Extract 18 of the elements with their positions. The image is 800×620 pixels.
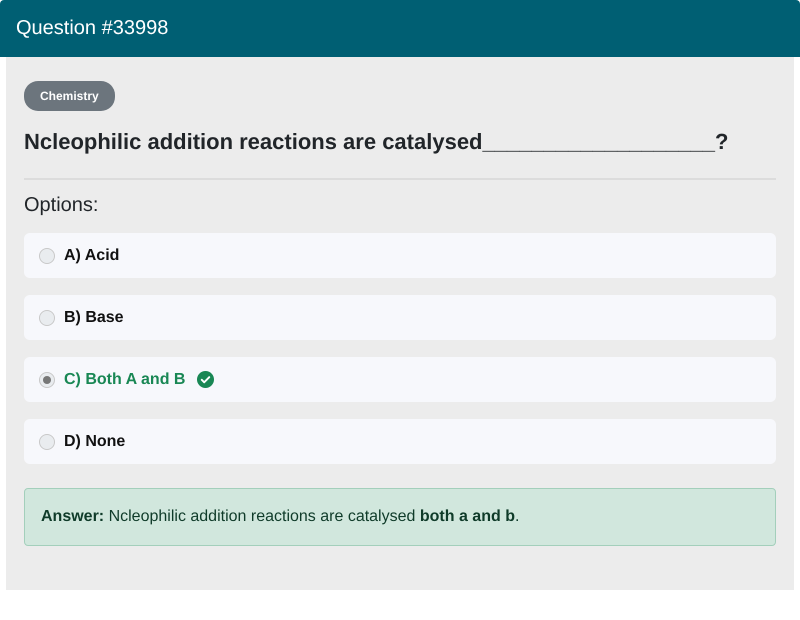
question-text: Ncleophilic addition reactions are catalysed___________________?	[24, 129, 730, 155]
category-tag: Chemistry	[24, 81, 115, 111]
option-label: A) Acid	[64, 246, 120, 264]
option-label: D) None	[64, 432, 126, 450]
option-label: C) Both A and B	[64, 370, 186, 388]
answer-text: Answer: Ncleophilic addition reactions are catalysed both a and b.	[41, 508, 520, 526]
radio-button[interactable]	[39, 310, 55, 326]
option-row[interactable]: A) Acid	[24, 233, 776, 278]
radio-button[interactable]	[39, 248, 55, 264]
option-row[interactable]: D) None	[24, 419, 776, 464]
option-row[interactable]: C) Both A and B	[24, 357, 776, 402]
options-heading: Options:	[24, 194, 100, 217]
page-title: Question #33998	[16, 17, 168, 40]
radio-button[interactable]	[39, 434, 55, 450]
option-row[interactable]: B) Base	[24, 295, 776, 340]
radio-button[interactable]	[39, 372, 55, 388]
option-label: B) Base	[64, 308, 124, 326]
check-circle-icon	[197, 371, 214, 388]
